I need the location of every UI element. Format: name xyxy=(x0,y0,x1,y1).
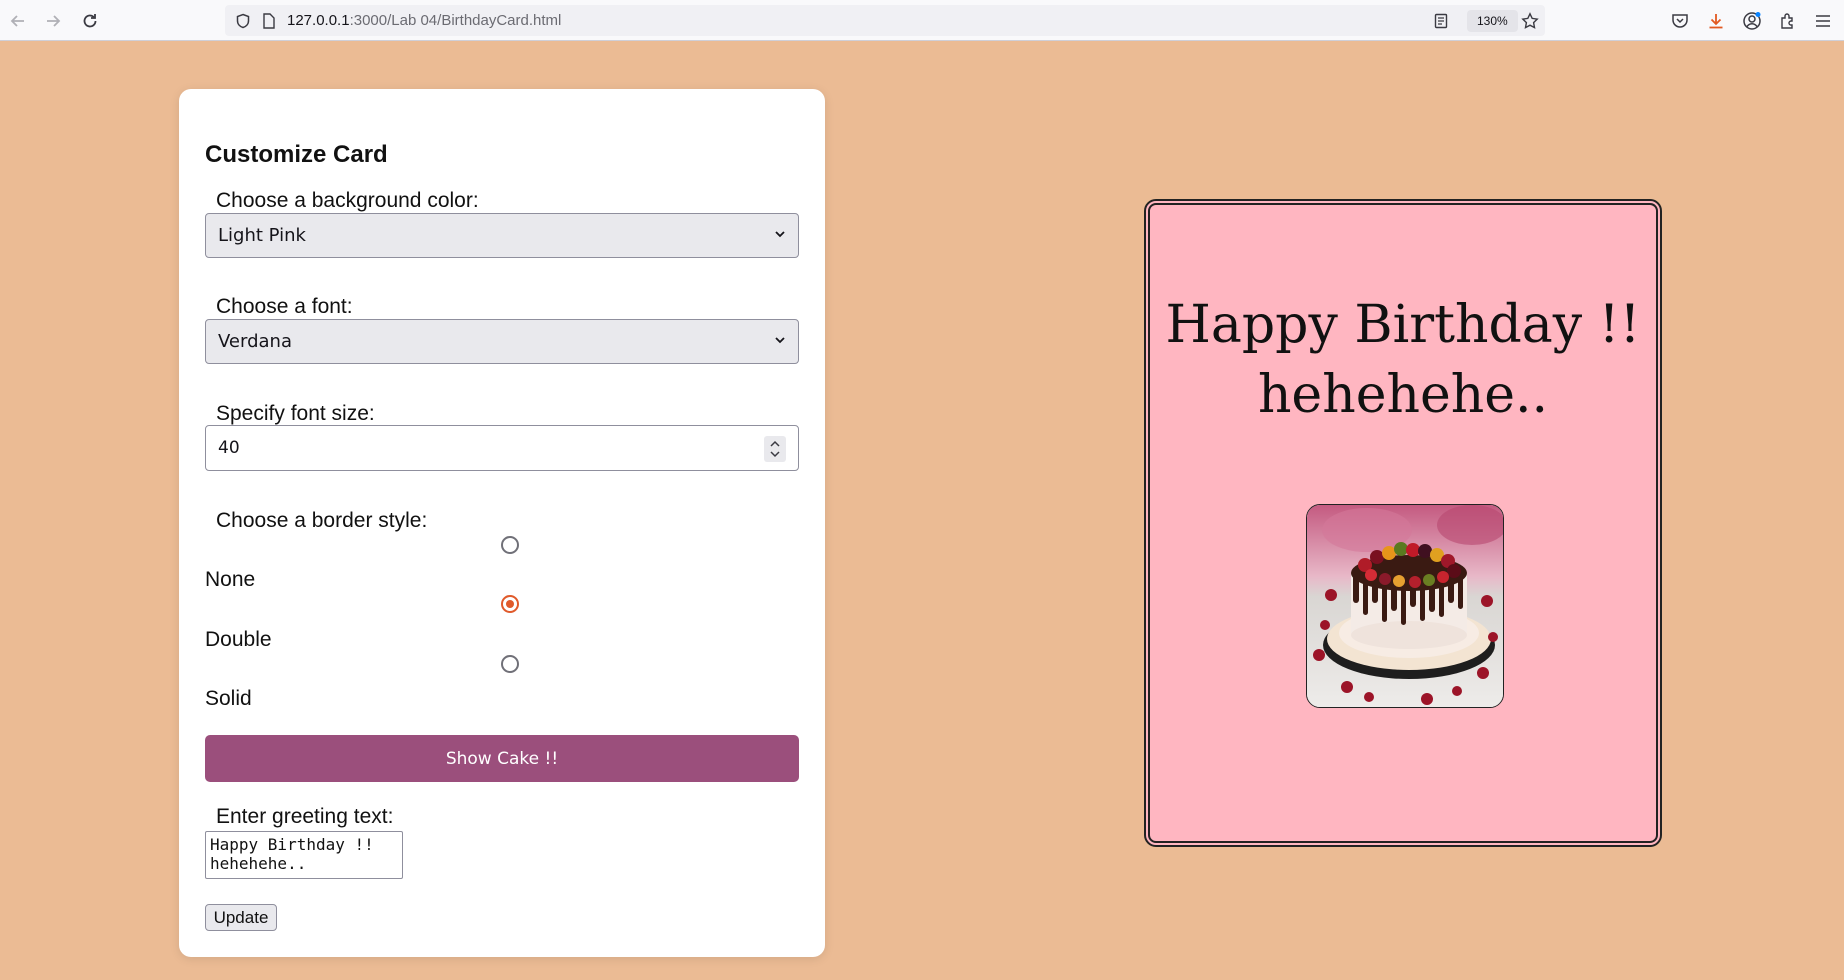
border-option-solid-label: Solid xyxy=(205,687,252,710)
font-size-label: Specify font size: xyxy=(216,402,375,425)
customize-panel: Customize Card Choose a background color… xyxy=(179,89,825,957)
url-path: :3000/Lab 04/BirthdayCard.html xyxy=(349,12,562,29)
chevron-down-icon xyxy=(774,333,786,351)
greeting-textarea[interactable]: Happy Birthday !! hehehehe.. xyxy=(205,831,403,879)
font-value: Verdana xyxy=(218,331,292,352)
font-select[interactable]: Verdana xyxy=(205,319,799,364)
download-icon[interactable] xyxy=(1705,10,1727,32)
radio-border-double[interactable] xyxy=(501,595,519,613)
url-text[interactable]: 127.0.0.1:3000/Lab 04/BirthdayCard.html xyxy=(287,12,561,29)
radio-border-none[interactable] xyxy=(501,536,519,554)
font-size-input[interactable]: 40 xyxy=(205,425,799,471)
zoom-level[interactable]: 130% xyxy=(1467,10,1518,32)
url-bar[interactable]: 127.0.0.1:3000/Lab 04/BirthdayCard.html … xyxy=(225,5,1545,36)
border-style-label: Choose a border style: xyxy=(216,509,428,532)
page-icon xyxy=(260,12,278,30)
browser-toolbar: 127.0.0.1:3000/Lab 04/BirthdayCard.html … xyxy=(0,0,1844,41)
reload-icon[interactable] xyxy=(77,8,103,34)
birthday-card: Happy Birthday !! hehehehe.. xyxy=(1144,199,1662,847)
update-button[interactable]: Update xyxy=(205,904,277,931)
font-size-value: 40 xyxy=(218,438,240,458)
reader-view-icon[interactable] xyxy=(1432,12,1450,30)
menu-icon[interactable] xyxy=(1812,10,1834,32)
border-option-double-label: Double xyxy=(205,628,272,651)
back-arrow-icon[interactable] xyxy=(5,8,31,34)
extensions-icon[interactable] xyxy=(1777,10,1799,32)
number-spinner[interactable] xyxy=(764,436,786,462)
chevron-down-icon xyxy=(774,227,786,245)
card-greeting-text: Happy Birthday !! hehehehe.. xyxy=(1165,295,1641,425)
border-option-none-label: None xyxy=(205,568,256,591)
show-cake-button[interactable]: Show Cake !! xyxy=(205,735,799,782)
shield-icon[interactable] xyxy=(234,12,252,30)
account-icon[interactable] xyxy=(1741,10,1763,32)
cake-image xyxy=(1306,504,1504,708)
pocket-icon[interactable] xyxy=(1669,10,1691,32)
greeting-label: Enter greeting text: xyxy=(216,805,394,828)
font-label: Choose a font: xyxy=(216,295,353,318)
radio-border-solid[interactable] xyxy=(501,655,519,673)
forward-arrow-icon[interactable] xyxy=(40,8,66,34)
bg-color-label: Choose a background color: xyxy=(216,189,479,212)
url-host: 127.0.0.1 xyxy=(287,12,350,29)
bg-color-select[interactable]: Light Pink xyxy=(205,213,799,258)
bookmark-star-icon[interactable] xyxy=(1520,11,1540,31)
bg-color-value: Light Pink xyxy=(218,225,306,246)
panel-title: Customize Card xyxy=(205,141,388,168)
